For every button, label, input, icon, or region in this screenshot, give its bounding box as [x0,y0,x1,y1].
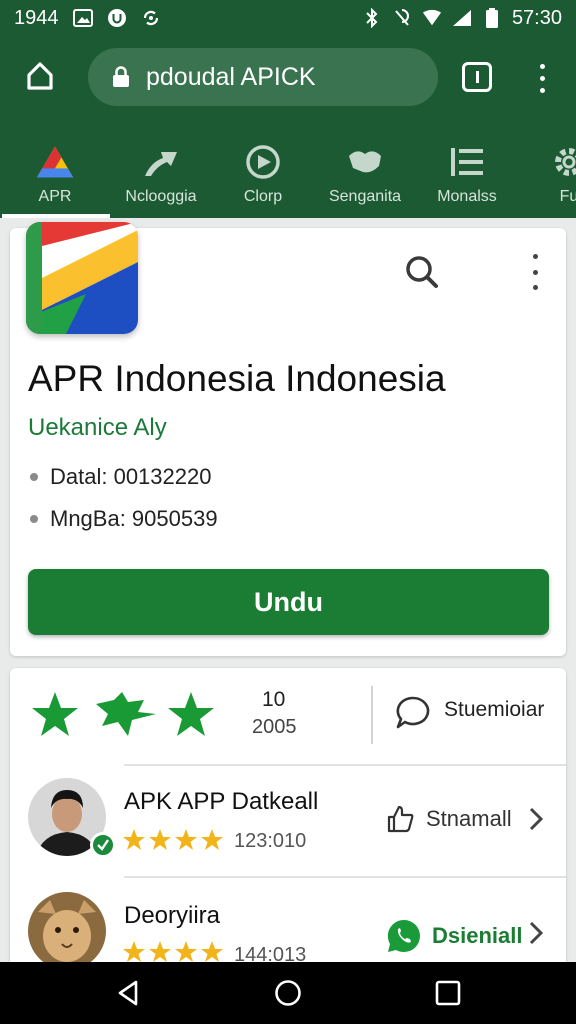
lock-icon [113,66,129,87]
comments-link[interactable]: Stuemioiar [444,698,544,722]
tab-monalss[interactable]: Monalss [416,120,518,218]
chevron-right-icon[interactable] [526,806,546,832]
tabs-button[interactable] [462,62,492,92]
rating-summary: 10 2005 Stuemioiar [10,668,566,764]
battery-icon [482,8,502,28]
review-author: Deoryiira [124,902,221,929]
back-icon[interactable] [114,978,144,1008]
category-tabs: APR Nclooggia Clorp Senganita Monalss Fu [0,120,576,218]
meta-text: MngBa: 9050539 [50,506,218,531]
comment-icon[interactable] [394,694,432,732]
bullet [30,473,38,481]
url-text: pdoudal APICK [146,62,316,91]
chevron-right-icon[interactable] [526,920,546,946]
tab-label: Monalss [437,188,497,205]
tab-label: Fu [559,188,576,205]
tab-apr[interactable]: APR [0,120,110,218]
play-circle-icon [243,142,283,182]
star-icon [149,941,171,962]
app-developer[interactable]: Uekanice Aly [28,414,167,442]
review-action-label: Stnamall [426,806,512,831]
star-icon [123,941,145,962]
thumb-up-icon [387,805,414,833]
download-button[interactable]: Undu [28,569,549,635]
review-count: 123:010 [234,830,307,852]
app-card: APR Indonesia Indonesia Uekanice Aly Dat… [10,222,566,656]
review-action-button[interactable]: Stnamall [386,804,512,834]
avatar [28,892,106,970]
divider [371,686,373,744]
star-icon [201,941,223,962]
verified-badge-icon [90,832,116,858]
tab-senganita[interactable]: Senganita [314,120,416,218]
app-icon [26,222,138,334]
status-time: 1944 [14,6,59,29]
status-clock: 57:30 [511,6,562,29]
bullet [30,515,38,523]
tab-label: Nclooggia [125,188,197,205]
home-circle-icon[interactable] [273,978,303,1008]
tab-clorp[interactable]: Clorp [212,120,314,218]
url-bar[interactable]: pdoudal APICK [88,48,438,106]
gallery-icon [72,8,93,28]
gear-icon [549,142,576,182]
app-meta-line: MngBa: 9050539 [30,506,218,532]
vibrate-icon [392,8,412,28]
star-icon [149,829,171,850]
app-meta-line: Datal: 00132220 [30,464,211,490]
tab-label: Clorp [243,188,283,205]
review-action-label: Dsieniall [432,923,523,948]
list-icon [447,142,487,182]
recents-icon[interactable] [433,978,463,1008]
star-icon [175,829,197,850]
sync-icon [141,8,161,28]
arrow-icon [96,692,156,736]
star-icon [168,692,214,736]
home-icon [27,62,53,90]
search-icon [406,256,438,288]
meta-text: Datal: 00132220 [50,464,212,489]
star-icon [32,692,78,736]
star-icon [201,829,223,850]
app-title: APR Indonesia Indonesia [28,358,446,399]
system-nav-bar [0,962,576,1024]
search-button[interactable] [402,252,442,292]
tab-count-icon [475,71,479,83]
review-stars [122,940,224,964]
reviews-card: 10 2005 Stuemioiar APK APP Datkeall 123:… [10,668,566,988]
arrow-swoosh-icon [141,142,181,182]
rating-value: 10 [262,688,286,711]
bluetooth-icon [362,8,382,28]
notification-u-icon [107,8,127,28]
tab-label: APR [38,188,72,205]
tab-nclooggia[interactable]: Nclooggia [110,120,212,218]
home-button[interactable] [22,58,58,94]
browser-toolbar: pdoudal APICK [0,36,576,120]
star-icon [175,941,197,962]
whatsapp-icon [387,919,420,953]
star-icon [123,829,145,850]
review-action-button[interactable]: Dsieniall [386,918,522,954]
tab-fu[interactable]: Fu [518,120,576,218]
review-item[interactable]: APK APP Datkeall 123:010 Stnamall [10,766,566,876]
tab-label: Senganita [328,188,402,205]
review-author: APK APP Datkeall [124,788,319,815]
signal-icon [452,8,472,28]
browser-menu-button[interactable] [530,60,554,96]
status-bar: 1944 57:30 [0,0,576,36]
hands-icon [345,142,385,182]
card-menu-button[interactable] [528,254,542,290]
review-stars [122,828,224,852]
app-logo-icon [35,142,75,182]
rating-count: 2005 [252,716,297,738]
wifi-icon [422,8,442,28]
